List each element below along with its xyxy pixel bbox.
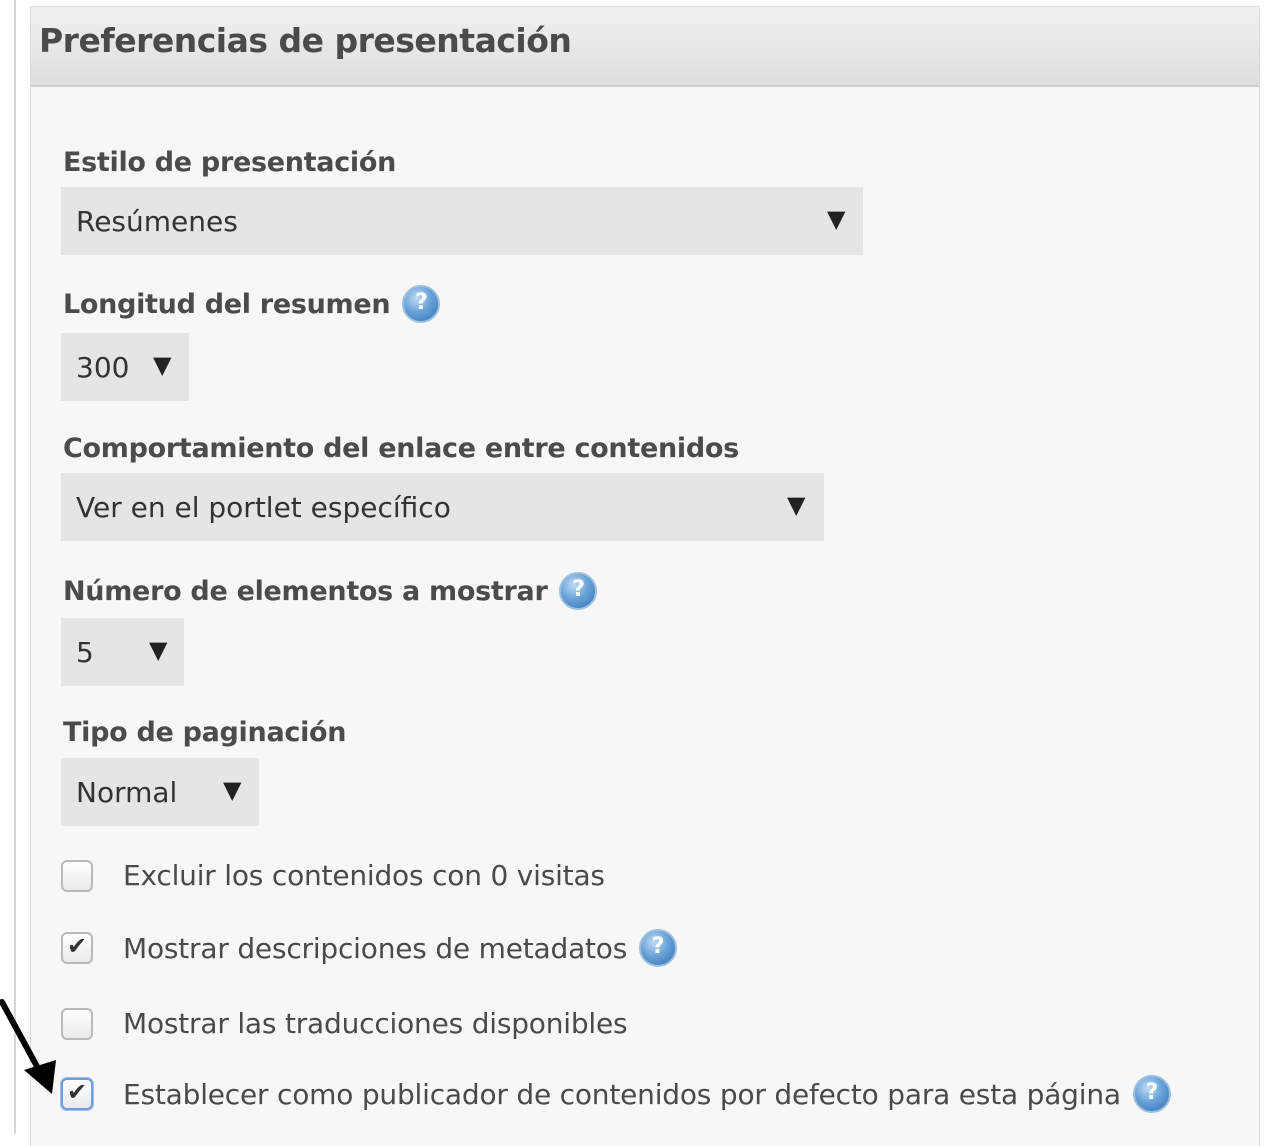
- panel-header[interactable]: Preferencias de presentación: [31, 7, 1259, 87]
- caret-down-icon: ▼: [153, 351, 172, 379]
- display-style-label-text: Estilo de presentación: [63, 147, 397, 178]
- caret-down-icon: ▼: [787, 491, 806, 519]
- caret-down-icon: ▼: [223, 776, 242, 804]
- exclude-zero-views-label[interactable]: Excluir los contenidos con 0 visitas: [123, 859, 605, 892]
- help-icon[interactable]: [639, 929, 678, 967]
- asset-link-behavior-label-text: Comportamiento del enlace entre contenid…: [63, 433, 739, 464]
- arrow-pointer-icon: [0, 999, 56, 1094]
- default-asset-publisher-label[interactable]: Establecer como publicador de contenidos…: [123, 1078, 1121, 1111]
- pagination-type-select[interactable]: Normal ▼: [61, 758, 259, 826]
- display-style-select[interactable]: Resúmenes ▼: [61, 187, 863, 255]
- checkbox-row-default-asset-publisher: Establecer como publicador de contenidos…: [61, 1075, 1171, 1113]
- abstract-length-label-text: Longitud del resumen: [63, 288, 391, 320]
- help-icon[interactable]: [559, 572, 598, 610]
- show-metadata-descriptions-checkbox[interactable]: [61, 932, 93, 964]
- items-to-display-value: 5: [76, 635, 94, 669]
- asset-link-behavior-select[interactable]: Ver en el portlet específico ▼: [61, 473, 824, 541]
- display-style-value: Resúmenes: [76, 204, 238, 238]
- panel-title: Preferencias de presentación: [39, 21, 572, 60]
- items-to-display-select[interactable]: 5 ▼: [61, 618, 184, 686]
- exclude-zero-views-checkbox[interactable]: [61, 859, 93, 892]
- abstract-length-value: 300: [76, 350, 130, 384]
- items-to-display-label-text: Número de elementos a mostrar: [63, 575, 548, 607]
- caret-down-icon: ▼: [149, 636, 168, 664]
- pagination-type-label-text: Tipo de paginación: [63, 717, 347, 748]
- left-border-line: [14, 0, 16, 1134]
- help-icon[interactable]: [402, 285, 441, 323]
- checkbox-row-exclude-zero-views: Excluir los contenidos con 0 visitas: [61, 859, 605, 892]
- checkbox-row-show-metadata-descriptions: Mostrar descripciones de metadatos: [61, 929, 678, 967]
- asset-link-behavior-label: Comportamiento del enlace entre contenid…: [63, 433, 739, 464]
- pagination-type-label: Tipo de paginación: [63, 717, 347, 748]
- display-style-label: Estilo de presentación: [63, 147, 396, 178]
- display-settings-panel: Preferencias de presentación Estilo de p…: [30, 6, 1260, 1146]
- items-to-display-label: Número de elementos a mostrar: [63, 572, 598, 610]
- abstract-length-label: Longitud del resumen: [63, 285, 441, 323]
- show-available-translations-label[interactable]: Mostrar las traducciones disponibles: [123, 1007, 628, 1040]
- pagination-type-value: Normal: [76, 775, 178, 809]
- caret-down-icon: ▼: [827, 205, 846, 233]
- help-icon[interactable]: [1132, 1075, 1171, 1113]
- asset-link-behavior-value: Ver en el portlet específico: [76, 490, 451, 524]
- abstract-length-select[interactable]: 300 ▼: [61, 333, 189, 401]
- checkbox-row-show-available-translations: Mostrar las traducciones disponibles: [61, 1007, 628, 1040]
- show-metadata-descriptions-label[interactable]: Mostrar descripciones de metadatos: [123, 932, 627, 965]
